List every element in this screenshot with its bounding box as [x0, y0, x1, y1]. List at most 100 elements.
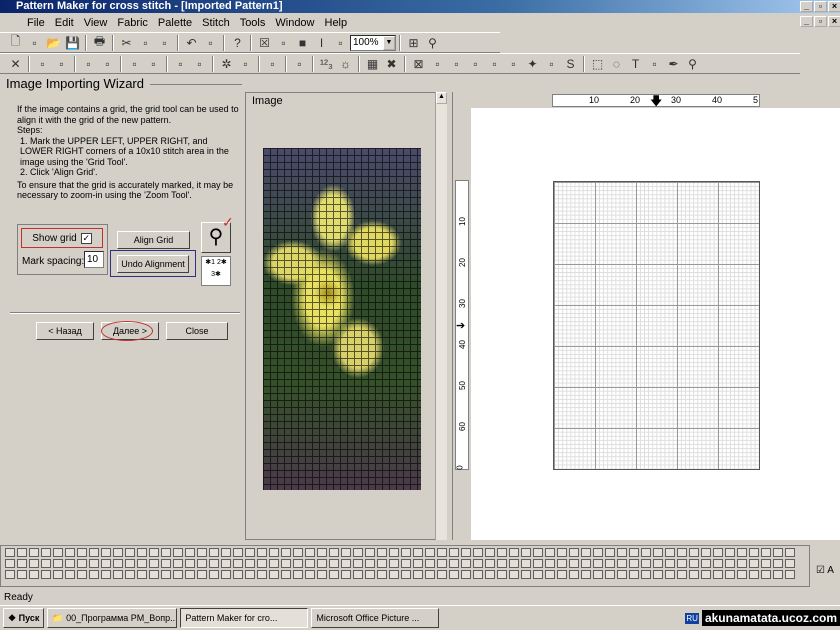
all-checkbox[interactable]: ☑ A — [816, 565, 834, 576]
flip-v-icon[interactable]: ▫ — [98, 55, 117, 73]
palette-cell[interactable] — [569, 570, 579, 579]
palette-cell[interactable] — [593, 570, 603, 579]
palette-cell[interactable] — [53, 570, 63, 579]
palette-cell[interactable] — [665, 559, 675, 568]
palette-cell[interactable] — [425, 570, 435, 579]
palette-cell[interactable] — [761, 570, 771, 579]
palette-cell[interactable] — [377, 559, 387, 568]
palette-cell[interactable] — [653, 570, 663, 579]
palette-cell[interactable] — [521, 548, 531, 557]
palette-cell[interactable] — [605, 548, 615, 557]
cross-view-icon[interactable]: ☒ — [255, 34, 274, 52]
menu-view[interactable]: View — [79, 17, 113, 29]
palette-cell[interactable] — [173, 570, 183, 579]
rect-select-icon[interactable]: ⬚ — [588, 55, 607, 73]
palette-cell[interactable] — [269, 559, 279, 568]
palette-cell[interactable] — [473, 548, 483, 557]
palette-cell[interactable] — [17, 548, 27, 557]
palette-cell[interactable] — [653, 559, 663, 568]
knot-icon[interactable]: ✦ — [523, 55, 542, 73]
palette-cell[interactable] — [329, 570, 339, 579]
lasso-icon[interactable]: ◌ — [607, 55, 626, 73]
zoom-find-icon[interactable]: ⚲ — [423, 34, 442, 52]
fit-icon[interactable]: ⊞ — [404, 34, 423, 52]
palette-cell[interactable] — [341, 559, 351, 568]
palette-cell[interactable] — [149, 570, 159, 579]
menu-edit[interactable]: Edit — [50, 17, 79, 29]
symbol-view-icon[interactable]: ▫ — [274, 34, 293, 52]
palette-cell[interactable] — [257, 570, 267, 579]
palette-cell[interactable] — [125, 570, 135, 579]
menu-stitch[interactable]: Stitch — [197, 17, 235, 29]
palette-cell[interactable] — [17, 570, 27, 579]
palette-cell[interactable] — [773, 548, 783, 557]
palette-cell[interactable] — [497, 570, 507, 579]
palette-cell[interactable] — [209, 548, 219, 557]
palette-cell[interactable] — [209, 559, 219, 568]
numbers-icon[interactable]: ¹²₃ — [317, 55, 336, 73]
palette-cell[interactable] — [41, 548, 51, 557]
palette-cell[interactable] — [701, 559, 711, 568]
stitch2-icon[interactable]: ▫ — [190, 55, 209, 73]
palette-cell[interactable] — [629, 570, 639, 579]
stitch-icon[interactable]: ▫ — [171, 55, 190, 73]
palette-icon[interactable]: ▫ — [290, 55, 309, 73]
palette-cell[interactable] — [365, 548, 375, 557]
palette-cell[interactable] — [461, 570, 471, 579]
palette-cell[interactable] — [245, 559, 255, 568]
pattern-grid[interactable] — [553, 181, 760, 470]
three-quarter-icon[interactable]: ▫ — [466, 55, 485, 73]
palette-cell[interactable] — [101, 570, 111, 579]
palette-cell[interactable] — [29, 570, 39, 579]
palette-cell[interactable] — [641, 548, 651, 557]
palette-cell[interactable] — [785, 570, 795, 579]
palette-cell[interactable] — [533, 548, 543, 557]
palette-cell[interactable] — [749, 548, 759, 557]
save-icon[interactable]: 💾 — [63, 34, 82, 52]
palette-cell[interactable] — [185, 548, 195, 557]
palette-cell[interactable] — [485, 548, 495, 557]
palette-cell[interactable] — [41, 559, 51, 568]
palette-cell[interactable] — [677, 570, 687, 579]
palette-cell[interactable] — [497, 559, 507, 568]
palette-cell[interactable] — [5, 559, 15, 568]
mark-spacing-input[interactable] — [84, 251, 104, 268]
palette-cell[interactable] — [437, 570, 447, 579]
palette-cell[interactable] — [605, 559, 615, 568]
palette-cell[interactable] — [89, 548, 99, 557]
palette-cell[interactable] — [53, 548, 63, 557]
palette-cell[interactable] — [281, 559, 291, 568]
palette-cell[interactable] — [437, 559, 447, 568]
close-wizard-button[interactable]: Close — [166, 322, 228, 340]
palette-cell[interactable] — [413, 548, 423, 557]
palette-cell[interactable] — [221, 548, 231, 557]
eraser-icon[interactable]: ▫ — [645, 55, 664, 73]
mirror-icon[interactable]: ▫ — [236, 55, 255, 73]
palette-cell[interactable] — [749, 570, 759, 579]
palette-cell[interactable] — [725, 570, 735, 579]
palette-cell[interactable] — [113, 548, 123, 557]
menu-tools[interactable]: Tools — [235, 17, 271, 29]
palette-cell[interactable] — [149, 559, 159, 568]
palette-cell[interactable] — [377, 570, 387, 579]
palette-cell[interactable] — [317, 548, 327, 557]
sun-icon[interactable]: ☼ — [336, 55, 355, 73]
menu-file[interactable]: File — [22, 17, 50, 29]
palette-cell[interactable] — [353, 548, 363, 557]
palette-cell[interactable] — [425, 559, 435, 568]
palette-cell[interactable] — [161, 559, 171, 568]
palette-cell[interactable] — [269, 570, 279, 579]
palette-cell[interactable] — [221, 570, 231, 579]
chevron-down-icon[interactable]: ▼ — [383, 35, 395, 50]
taskbar-pattern-maker[interactable]: Pattern Maker for cro... — [180, 608, 309, 628]
palette-cell[interactable] — [677, 548, 687, 557]
palette-cell[interactable] — [161, 570, 171, 579]
palette-cell[interactable] — [137, 548, 147, 557]
grid-icon[interactable]: ▦ — [363, 55, 382, 73]
palette-cell[interactable] — [701, 570, 711, 579]
palette-cell[interactable] — [689, 548, 699, 557]
palette-cell[interactable] — [689, 570, 699, 579]
palette-cell[interactable] — [77, 548, 87, 557]
replace-icon[interactable]: ▫ — [52, 55, 71, 73]
palette-cell[interactable] — [653, 548, 663, 557]
